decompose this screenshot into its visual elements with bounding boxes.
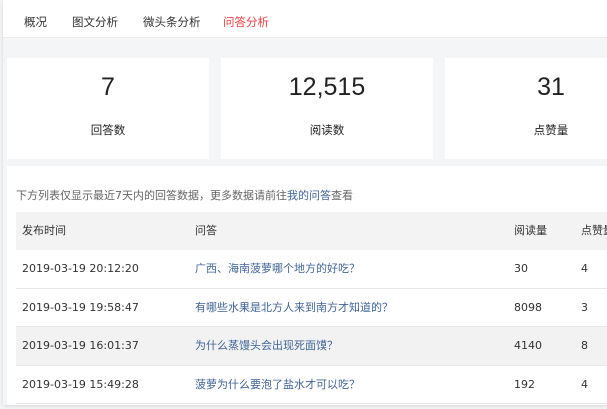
header-reads: 阅读量	[514, 224, 547, 237]
answers-table: 发布时间 问答 阅读量 点赞量 2019-03-19 20:12:20 广西、海…	[16, 212, 607, 404]
table-header: 发布时间 问答 阅读量 点赞量	[16, 212, 607, 250]
tab-article-analysis[interactable]: 图文分析	[72, 0, 118, 38]
stat-value: 12,515	[288, 73, 366, 101]
table-row: 2019-03-19 20:12:20 广西、海南菠萝哪个地方的好吃？ 30 4	[16, 250, 607, 289]
header-question: 问答	[195, 224, 217, 237]
question-link[interactable]: 为什么蒸馒头会出现死面馍？	[195, 327, 338, 365]
cell-reads: 4140	[514, 339, 542, 352]
stat-card-likes: 31 点赞量	[445, 58, 607, 159]
cell-reads: 30	[514, 262, 528, 275]
header-publish-time: 发布时间	[22, 224, 66, 237]
stat-label: 回答数	[90, 123, 126, 137]
cell-likes: 3	[581, 300, 588, 314]
answers-panel: 下方列表仅显示最近7天内的回答数据，更多数据请前往我的问答查看 发布时间 问答 …	[7, 166, 607, 405]
question-link[interactable]: 广西、海南菠萝哪个地方的好吃？	[195, 250, 360, 288]
tab-micro-post-analysis[interactable]: 微头条分析	[143, 0, 201, 38]
question-link[interactable]: 有哪些水果是北方人来到南方才知道的？	[195, 289, 393, 327]
cell-likes: 4	[581, 377, 588, 391]
table-row: 2019-03-19 15:49:28 菠萝为什么要泡了盐水才可以吃？ 192 …	[16, 366, 607, 404]
app-frame: 概况 图文分析 微头条分析 问答分析 7 回答数 12,515 阅读数 31 点…	[3, 0, 607, 405]
notice-suffix: 查看	[331, 189, 353, 202]
question-link[interactable]: 菠萝为什么要泡了盐水才可以吃？	[195, 366, 360, 404]
header-likes: 点赞量	[581, 224, 607, 237]
stat-card-reads: 12,515 阅读数	[221, 58, 433, 159]
cell-reads: 192	[514, 377, 535, 391]
tab-overview[interactable]: 概况	[24, 0, 47, 38]
cell-likes: 4	[581, 262, 588, 275]
stat-label: 阅读数	[309, 123, 345, 137]
stat-card-answers: 7 回答数	[7, 58, 209, 159]
table-row: 2019-03-19 16:01:37 为什么蒸馒头会出现死面馍？ 4140 8	[16, 327, 607, 366]
stat-value: 31	[537, 73, 565, 101]
cell-reads: 8098	[514, 300, 542, 314]
table-row: 2019-03-19 19:58:47 有哪些水果是北方人来到南方才知道的？ 8…	[16, 289, 607, 327]
tab-qa-analysis[interactable]: 问答分析	[223, 0, 269, 38]
stat-value: 7	[101, 73, 115, 101]
tab-bar: 概况 图文分析 微头条分析 问答分析	[3, 0, 607, 38]
cell-likes: 8	[581, 339, 588, 352]
notice-prefix: 下方列表仅显示最近7天内的回答数据，更多数据请前往	[16, 189, 287, 202]
cell-time: 2019-03-19 16:01:37	[22, 339, 139, 352]
cell-time: 2019-03-19 20:12:20	[22, 262, 139, 275]
cell-time: 2019-03-19 15:49:28	[22, 377, 139, 391]
cell-time: 2019-03-19 19:58:47	[22, 300, 139, 314]
stat-label: 点赞量	[533, 123, 569, 137]
my-qa-link[interactable]: 我的问答	[287, 189, 331, 202]
notice-text: 下方列表仅显示最近7天内的回答数据，更多数据请前往我的问答查看	[16, 187, 353, 203]
